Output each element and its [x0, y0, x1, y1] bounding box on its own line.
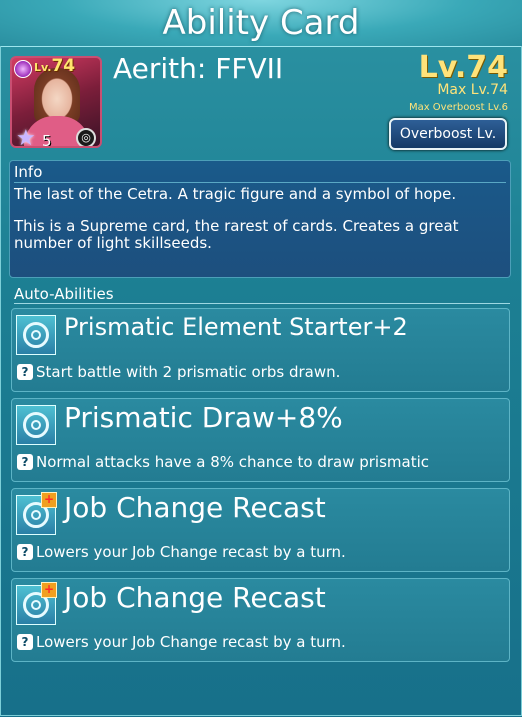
card-max-overboost: Max Overboost Lv.6 [408, 102, 508, 113]
page-title: Ability Card [162, 3, 360, 43]
help-icon[interactable]: ? [17, 544, 33, 560]
ability-item[interactable]: Prismatic Element Starter+2 ? Start batt… [11, 308, 510, 392]
info-heading: Info [14, 163, 43, 181]
info-line: The last of the Cetra. A tragic figure a… [14, 185, 457, 203]
auto-abilities-divider [14, 303, 510, 304]
card-max-level: Max Lv.74 [437, 82, 508, 98]
card-header: Lv.74 ★ 5 ◎ Aerith: FFVII Lv.74 Max Lv.7… [0, 46, 522, 158]
job-emblem-icon: ◎ [76, 128, 96, 146]
ability-item[interactable]: Prismatic Draw+8% ? Normal attacks have … [11, 398, 510, 482]
card-portrait[interactable]: Lv.74 ★ 5 ◎ [10, 56, 102, 148]
ability-name: Prismatic Draw+8% [64, 401, 343, 434]
help-icon[interactable]: ? [17, 454, 33, 470]
info-panel: Info The last of the Cetra. A tragic fig… [9, 160, 511, 278]
ability-name: Job Change Recast [64, 491, 326, 524]
ability-description: Normal attacks have a 8% chance to draw … [36, 453, 430, 471]
prismatic-ability-icon [16, 315, 56, 355]
info-description: The last of the Cetra. A tragic figure a… [14, 186, 504, 267]
ability-item[interactable]: + Job Change Recast ? Lowers your Job Ch… [11, 578, 510, 662]
info-line: This is a Supreme card, the rarest of ca… [14, 217, 459, 252]
title-bar: Ability Card [0, 0, 522, 47]
info-divider [14, 182, 506, 183]
ability-description: Lowers your Job Change recast by a turn. [36, 633, 346, 651]
gem-icon [14, 60, 32, 78]
prismatic-ability-icon [16, 405, 56, 445]
job-change-ability-icon: + [16, 492, 57, 535]
auto-abilities-heading: Auto-Abilities [14, 285, 114, 303]
star-count: 5 [42, 132, 52, 148]
help-icon[interactable]: ? [17, 634, 33, 650]
card-level: Lv.74 [418, 50, 508, 85]
star-icon: ★ [16, 126, 36, 148]
ability-name: Job Change Recast [64, 581, 326, 614]
ability-description: Lowers your Job Change recast by a turn. [36, 543, 346, 561]
job-change-ability-icon: + [16, 582, 57, 625]
portrait-level: Lv.74 [34, 56, 76, 76]
overboost-button[interactable]: Overboost Lv. [389, 118, 507, 150]
card-name: Aerith: FFVII [113, 52, 284, 85]
ability-name: Prismatic Element Starter+2 [64, 313, 408, 341]
ability-item[interactable]: + Job Change Recast ? Lowers your Job Ch… [11, 488, 510, 572]
help-icon[interactable]: ? [17, 364, 33, 380]
ability-description: Start battle with 2 prismatic orbs drawn… [36, 363, 341, 381]
